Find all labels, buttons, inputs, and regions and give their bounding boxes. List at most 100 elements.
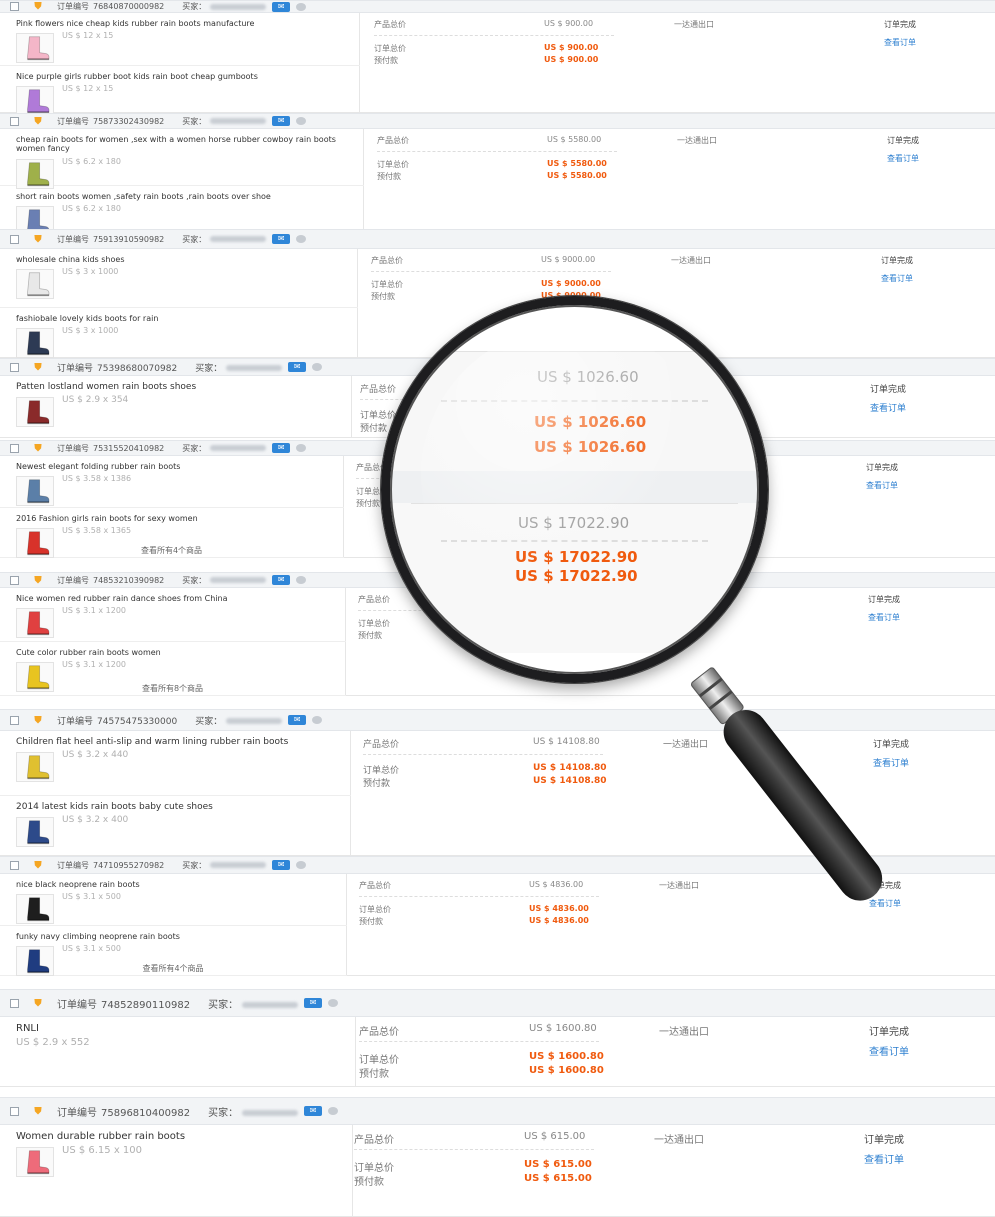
product-thumbnail[interactable] bbox=[16, 328, 54, 358]
contact-buyer-icon[interactable]: ✉ bbox=[272, 116, 291, 126]
view-order-link[interactable]: 查看订单 bbox=[884, 37, 916, 48]
chat-icon[interactable] bbox=[312, 363, 323, 371]
product-name-link[interactable]: nice black neoprene rain boots bbox=[16, 880, 337, 889]
order-block: ⛊ 订单编号 75398680070982 买家： ✉ Patten lostland w… bbox=[0, 358, 995, 438]
view-order-link[interactable]: 查看订单 bbox=[864, 1151, 904, 1166]
product-name-link[interactable]: Pink flowers nice cheap kids rubber rain… bbox=[16, 19, 350, 28]
contact-buyer-icon[interactable]: ✉ bbox=[272, 860, 291, 870]
product-thumbnail[interactable] bbox=[16, 817, 54, 847]
order-number-label: 订单编号 bbox=[57, 2, 89, 11]
view-order-link[interactable]: 查看订单 bbox=[869, 898, 901, 909]
product-name-link[interactable]: fashiobale lovely kids boots for rain bbox=[16, 314, 348, 323]
chat-icon[interactable] bbox=[296, 444, 307, 452]
order-select-checkbox[interactable] bbox=[10, 1106, 19, 1116]
product-name-link[interactable]: 2014 latest kids rain boots baby cute sh… bbox=[16, 802, 341, 812]
prepaid-value: US $ 17022.90 bbox=[526, 498, 592, 507]
order-select-checkbox[interactable] bbox=[10, 860, 19, 870]
buyer: 买家： bbox=[195, 714, 283, 727]
chat-icon[interactable] bbox=[328, 999, 339, 1007]
product-name-link[interactable]: 2016 Fashion girls rain boots for sexy w… bbox=[16, 514, 334, 523]
contact-buyer-icon[interactable]: ✉ bbox=[272, 1, 291, 12]
order-select-checkbox[interactable] bbox=[10, 998, 19, 1008]
order-number-label: 订单编号 bbox=[57, 443, 89, 453]
view-order-link[interactable]: 查看订单 bbox=[868, 612, 900, 623]
product-name-link[interactable]: Patten lostland women rain boots shoes bbox=[16, 382, 342, 392]
product-thumbnail[interactable] bbox=[16, 608, 54, 638]
price-column: 产品总价 订单总价 预付款 US $ 4836.00 US $ 4836.00 US $ … bbox=[359, 874, 995, 975]
contact-buyer-icon[interactable]: ✉ bbox=[288, 362, 307, 372]
order-total-value: US $ 1026.60 bbox=[530, 408, 598, 418]
trade-assurance-icon: ⛊ bbox=[34, 1, 42, 12]
see-all-products-link[interactable]: 查看所有8个商品 bbox=[0, 683, 345, 694]
trade-assurance-icon: ⛊ bbox=[34, 115, 42, 127]
view-order-link[interactable]: 查看订单 bbox=[866, 480, 898, 491]
see-all-products-link[interactable]: 查看所有4个商品 bbox=[0, 545, 343, 556]
chat-icon[interactable] bbox=[328, 1107, 339, 1115]
chat-icon[interactable] bbox=[296, 861, 307, 869]
order-status: 订单完成 bbox=[864, 1135, 904, 1146]
product-name-link[interactable]: Children flat heel anti-slip and warm li… bbox=[16, 737, 341, 747]
order-select-checkbox[interactable] bbox=[10, 362, 19, 372]
product-name-link[interactable]: short rain boots women ,safety rain boot… bbox=[16, 192, 354, 201]
order-select-checkbox[interactable] bbox=[10, 443, 19, 453]
order-select-checkbox[interactable] bbox=[10, 715, 19, 725]
prepaid-value: US $ 900.00 bbox=[544, 55, 599, 64]
view-order-link[interactable]: 查看订单 bbox=[873, 756, 909, 769]
view-order-link[interactable]: 查看订单 bbox=[887, 153, 919, 164]
product-price-qty: US $ 6.2 x 180 bbox=[62, 204, 121, 213]
chat-icon[interactable] bbox=[296, 235, 307, 243]
chat-icon[interactable] bbox=[312, 716, 323, 724]
order-number-label: 订单编号 bbox=[57, 1107, 97, 1119]
prepaid-label: 预付款 bbox=[358, 631, 382, 640]
product-name-link[interactable]: wholesale china kids shoes bbox=[16, 255, 348, 264]
view-order-link[interactable]: 查看订单 bbox=[870, 401, 906, 414]
product-column: Children flat heel anti-slip and warm li… bbox=[0, 731, 351, 855]
product-column: Pink flowers nice cheap kids rubber rain… bbox=[0, 13, 360, 116]
product-name-link[interactable]: Nice women red rubber rain dance shoes f… bbox=[16, 594, 336, 603]
product-name-link[interactable]: cheap rain boots for women ,sex with a w… bbox=[16, 135, 354, 153]
order-select-checkbox[interactable] bbox=[10, 575, 19, 585]
chat-icon[interactable] bbox=[296, 117, 307, 125]
contact-buyer-icon[interactable]: ✉ bbox=[272, 234, 291, 244]
contact-buyer-icon[interactable]: ✉ bbox=[304, 1106, 323, 1116]
product-thumbnail[interactable] bbox=[16, 752, 54, 782]
product-thumbnail[interactable] bbox=[16, 1147, 54, 1177]
contact-buyer-icon[interactable]: ✉ bbox=[272, 575, 291, 585]
chat-icon[interactable] bbox=[296, 2, 307, 11]
product-thumbnail[interactable] bbox=[16, 33, 54, 63]
product-name-link[interactable]: RNLI bbox=[16, 1023, 346, 1035]
product-price-qty: US $ 3 x 1000 bbox=[62, 326, 119, 335]
view-order-link[interactable]: 查看订单 bbox=[881, 273, 913, 284]
order-number-value: 75398680070982 bbox=[97, 363, 178, 374]
product-name-link[interactable]: Women durable rubber rain boots bbox=[16, 1131, 343, 1143]
product-name-link[interactable]: Newest elegant folding rubber rain boots bbox=[16, 462, 334, 471]
contact-buyer-icon[interactable]: ✉ bbox=[304, 998, 323, 1008]
product-thumbnail[interactable] bbox=[16, 476, 54, 506]
product-price-qty: US $ 3.58 x 1386 bbox=[62, 474, 132, 483]
order-select-checkbox[interactable] bbox=[10, 234, 19, 244]
order-select-checkbox[interactable] bbox=[10, 2, 19, 11]
price-divider bbox=[358, 610, 598, 611]
contact-buyer-icon[interactable]: ✉ bbox=[272, 443, 291, 453]
product-name-link[interactable]: funky navy climbing neoprene rain boots bbox=[16, 932, 337, 941]
product-thumbnail[interactable] bbox=[16, 159, 54, 189]
see-all-products-link[interactable]: 查看所有4个商品 bbox=[0, 963, 346, 974]
view-order-link[interactable]: 查看订单 bbox=[869, 1043, 909, 1058]
order-select-checkbox[interactable] bbox=[10, 116, 19, 126]
product-thumbnail[interactable] bbox=[16, 397, 54, 427]
order-status: 订单完成 bbox=[887, 136, 919, 145]
buyer-name-redacted bbox=[210, 862, 267, 868]
prepaid-value: US $ 1026.60 bbox=[530, 421, 598, 431]
order-body: RNLI US $ 2.9 x 552 产品总价 订单总价 预付款 US $ 1600.8… bbox=[0, 1017, 995, 1087]
product-name-link[interactable]: Cute color rubber rain boots women bbox=[16, 648, 336, 657]
prepaid-label: 预付款 bbox=[377, 172, 401, 181]
contact-buyer-icon[interactable]: ✉ bbox=[288, 715, 307, 725]
chat-icon[interactable] bbox=[296, 576, 307, 584]
buyer-label: 买家： bbox=[208, 999, 239, 1011]
product-thumbnail[interactable] bbox=[16, 894, 54, 924]
product-thumbnail[interactable] bbox=[16, 86, 54, 116]
product-name-link[interactable]: Nice purple girls rubber boot kids rain … bbox=[16, 72, 350, 81]
prepaid-value: US $ 5580.00 bbox=[547, 171, 607, 180]
product-thumbnail[interactable] bbox=[16, 269, 54, 299]
shipping-method: 一达通出口 bbox=[677, 136, 717, 145]
